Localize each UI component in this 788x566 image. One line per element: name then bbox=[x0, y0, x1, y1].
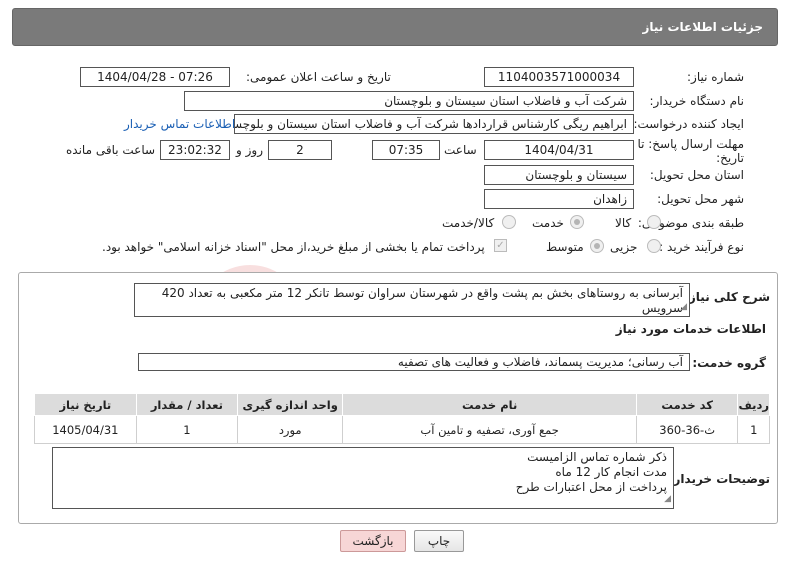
col-name: نام خدمت bbox=[342, 393, 637, 416]
deadline-time-field: 07:35 bbox=[372, 140, 440, 160]
process-option-minor: جزیی bbox=[610, 240, 638, 254]
announce-field: 1404/04/28 - 07:26 bbox=[80, 67, 230, 87]
notes-line: مدت انجام کار 12 ماه bbox=[555, 465, 667, 479]
cell-name: جمع آوری، تصفیه و تامین آب bbox=[342, 415, 637, 444]
province-field: سیستان و بلوچستان bbox=[484, 165, 634, 185]
resize-grip-icon[interactable]: ◢ bbox=[664, 492, 671, 507]
category-radio-goods-service[interactable] bbox=[502, 215, 516, 229]
cell-date: 1405/04/31 bbox=[34, 415, 137, 444]
services-section-title: اطلاعات خدمات مورد نیاز bbox=[615, 322, 766, 336]
category-radio-goods[interactable] bbox=[647, 215, 661, 229]
resize-grip-icon[interactable]: ◢ bbox=[680, 300, 687, 315]
panel-header: جزئیات اطلاعات نیاز bbox=[12, 8, 778, 46]
notes-line: ذکر شماره تماس الزامیست bbox=[527, 450, 667, 464]
category-option-service: خدمت bbox=[532, 216, 564, 230]
province-label: استان محل تحویل: bbox=[649, 168, 744, 182]
summary-textarea[interactable]: آبرسانی به روستاهای بخش بم پشت واقع در ش… bbox=[134, 283, 690, 317]
process-label: نوع فرآیند خرید : bbox=[659, 240, 744, 254]
print-button[interactable]: چاپ bbox=[414, 530, 464, 552]
payment-note: پرداخت تمام یا بخشی از مبلغ خرید،از محل … bbox=[102, 240, 485, 254]
summary-text: آبرسانی به روستاهای بخش بم پشت واقع در ش… bbox=[161, 286, 683, 315]
service-group-label: گروه خدمت: bbox=[692, 356, 766, 370]
category-option-goods: کالا bbox=[615, 216, 632, 230]
deadline-date-field: 1404/04/31 bbox=[484, 140, 634, 160]
category-option-goods-service: کالا/خدمت bbox=[442, 216, 495, 230]
notes-textarea[interactable]: ذکر شماره تماس الزامیست مدت انجام کار 12… bbox=[52, 447, 674, 509]
deadline-label: مهلت ارسال پاسخ: تا تاریخ: bbox=[637, 137, 744, 165]
services-table: ردیف کد خدمت نام خدمت واحد اندازه گیری ت… bbox=[34, 393, 770, 444]
announce-label: تاریخ و ساعت اعلان عمومی: bbox=[246, 70, 391, 84]
cell-code: ث-36-360 bbox=[635, 415, 739, 444]
notes-label: توضیحات خریدار: bbox=[668, 472, 770, 486]
table-row: 1 ث-36-360 جمع آوری، تصفیه و تامین آب مو… bbox=[34, 415, 770, 444]
col-qty: تعداد / مقدار bbox=[135, 393, 239, 416]
remaining-time-field: 23:02:32 bbox=[160, 140, 230, 160]
remaining-label: ساعت باقی مانده bbox=[66, 143, 156, 157]
process-radio-minor[interactable] bbox=[647, 239, 661, 253]
buyer-org-label: نام دستگاه خریدار: bbox=[649, 94, 745, 108]
creator-field: ابراهیم ریگی کارشناس قراردادها شرکت آب و… bbox=[234, 114, 634, 134]
notes-line: پرداخت از محل اعتبارات طرح bbox=[515, 480, 667, 494]
city-field: زاهدان bbox=[484, 189, 634, 209]
buyer-org-field: شرکت آب و فاضلاب استان سیستان و بلوچستان bbox=[184, 91, 634, 111]
contact-buyer-link[interactable]: اطلاعات تماس خریدار bbox=[124, 117, 235, 131]
cell-row: 1 bbox=[737, 415, 770, 444]
col-row: ردیف bbox=[737, 393, 770, 416]
process-radio-medium[interactable] bbox=[590, 239, 604, 253]
creator-label: ایجاد کننده درخواست: bbox=[633, 117, 744, 131]
days-field: 2 bbox=[268, 140, 332, 160]
col-date: تاریخ نیاز bbox=[34, 393, 137, 416]
city-label: شهر محل تحویل: bbox=[657, 192, 744, 206]
service-group-field: آب رسانی؛ مدیریت پسماند، فاضلاب و فعالیت… bbox=[138, 353, 690, 371]
page-title: جزئیات اطلاعات نیاز bbox=[642, 20, 763, 34]
col-code: کد خدمت bbox=[635, 393, 739, 416]
process-option-medium: متوسط bbox=[546, 240, 584, 254]
cell-unit: مورد bbox=[237, 415, 344, 444]
need-number-label: شماره نیاز: bbox=[687, 70, 744, 84]
need-number-field: 1104003571000034 bbox=[484, 67, 634, 87]
back-button[interactable]: بازگشت bbox=[340, 530, 406, 552]
time-label: ساعت bbox=[444, 143, 477, 157]
cell-qty: 1 bbox=[135, 415, 239, 444]
col-unit: واحد اندازه گیری bbox=[237, 393, 344, 416]
summary-label: شرح کلی نیاز: bbox=[684, 290, 770, 304]
category-radio-service[interactable] bbox=[570, 215, 584, 229]
days-label: روز و bbox=[236, 143, 263, 157]
payment-checkbox[interactable]: ✓ bbox=[494, 239, 507, 252]
